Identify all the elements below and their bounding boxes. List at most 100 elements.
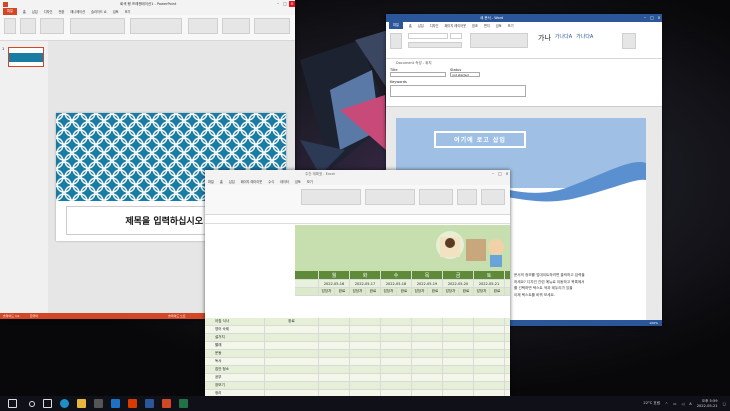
table-row[interactable]: 집안 청소 (205, 366, 510, 374)
style-gallery[interactable]: 가나 가나다A 가나다A (538, 33, 593, 43)
table-row[interactable]: 빨래 (205, 342, 510, 350)
font-controls[interactable] (301, 189, 361, 205)
task-cell[interactable] (350, 350, 381, 357)
task-cell[interactable] (412, 342, 443, 349)
task-cell[interactable] (412, 350, 443, 357)
task-cell[interactable] (474, 318, 505, 325)
task-rows[interactable]: 아침 식사완료영어 숙제설거지빨래운동독서집안 청소공부장보기정리취미청소 (205, 318, 510, 405)
table-row[interactable]: 장보기 (205, 382, 510, 390)
task-cell[interactable] (474, 358, 505, 365)
table-row[interactable]: 아침 식사 완료 (205, 318, 510, 326)
word-tab-6[interactable]: 검토 (496, 23, 502, 28)
task-cell[interactable] (381, 358, 412, 365)
weather-status[interactable]: 22°C 흐림 (643, 401, 660, 406)
ppt-tab-4[interactable]: 애니메이션 (70, 9, 85, 14)
date-cell[interactable]: 2022-05-17 (350, 280, 381, 287)
task-cell[interactable] (443, 358, 474, 365)
notification-icon[interactable]: ▢ (723, 402, 726, 406)
date-cell[interactable]: 2022-05-16 (319, 280, 350, 287)
row-label[interactable]: 집안 청소 (205, 366, 265, 373)
task-cell[interactable] (381, 318, 412, 325)
store-icon[interactable] (94, 399, 103, 408)
style-sample-2[interactable]: 가나다A (555, 33, 572, 43)
row-label[interactable]: 공부 (205, 374, 265, 381)
cells-buttons[interactable] (457, 189, 477, 205)
task-cell[interactable] (412, 366, 443, 373)
task-cell[interactable] (412, 326, 443, 333)
task-cell[interactable] (381, 350, 412, 357)
task-cell[interactable] (265, 342, 319, 349)
row-label[interactable]: 아침 식사 (205, 318, 265, 325)
task-cell[interactable] (381, 366, 412, 373)
slide-thumbnail[interactable] (8, 47, 44, 67)
editing-buttons[interactable] (254, 18, 290, 34)
task-cell[interactable] (319, 358, 350, 365)
task-cell[interactable] (350, 358, 381, 365)
word-zoom[interactable]: 100% (649, 321, 658, 325)
task-cell[interactable] (443, 326, 474, 333)
word-taskbar-icon[interactable] (145, 399, 154, 408)
maximize-icon[interactable]: □ (649, 15, 655, 21)
start-icon[interactable] (8, 399, 17, 408)
title-field[interactable] (390, 72, 446, 77)
task-cell[interactable] (474, 374, 505, 381)
task-cell[interactable] (350, 374, 381, 381)
task-cell[interactable] (265, 334, 319, 341)
task-cell[interactable] (265, 374, 319, 381)
editing-buttons[interactable] (481, 189, 505, 205)
word-file-tab[interactable]: 파일 (389, 22, 403, 29)
task-cell[interactable] (381, 326, 412, 333)
task-cell[interactable] (443, 366, 474, 373)
minimize-icon[interactable]: – (275, 1, 281, 7)
task-cell[interactable] (412, 334, 443, 341)
task-cell[interactable] (350, 318, 381, 325)
language-indicator[interactable]: A (689, 402, 691, 406)
excel-tab-5[interactable]: 데이터 (280, 179, 289, 184)
row-label[interactable]: 운동 (205, 350, 265, 357)
paste-button[interactable] (390, 33, 402, 49)
word-titlebar[interactable]: 새 문서 - Word – □ × (386, 14, 662, 22)
task-cell[interactable] (474, 334, 505, 341)
task-cell[interactable] (443, 382, 474, 389)
word-tab-3[interactable]: 페이지 레이아웃 (445, 23, 467, 28)
close-icon[interactable]: × (656, 15, 662, 21)
close-icon[interactable]: × (504, 171, 510, 177)
font-format-buttons[interactable] (408, 42, 462, 48)
date-cell[interactable]: 2022-05-21 (474, 280, 505, 287)
slide-layout-buttons[interactable] (40, 18, 64, 34)
task-cell[interactable] (381, 374, 412, 381)
mail-icon[interactable] (111, 399, 120, 408)
clock[interactable]: 오후 5:59 2022-05-21 (697, 399, 718, 409)
ppt-tab-7[interactable]: 보기 (125, 9, 131, 14)
ppt-file-tab[interactable]: 파일 (3, 8, 17, 15)
word-tab-0[interactable]: 홈 (409, 23, 412, 28)
keywords-field[interactable] (390, 85, 526, 97)
table-row[interactable]: 설거지 (205, 334, 510, 342)
excel-taskbar-icon[interactable] (179, 399, 188, 408)
word-tab-7[interactable]: 보기 (508, 23, 514, 28)
excel-tab-6[interactable]: 검토 (295, 179, 301, 184)
task-cell[interactable] (443, 374, 474, 381)
ppt-tab-2[interactable]: 디자인 (44, 9, 53, 14)
schedule-grid[interactable]: 월 화 수 목 금 토 2022-05-16 2022-05-17 2022-0… (295, 271, 510, 296)
office-icon[interactable] (128, 399, 137, 408)
file-explorer-icon[interactable] (77, 399, 86, 408)
edge-icon[interactable] (60, 399, 69, 408)
task-cell[interactable] (412, 374, 443, 381)
word-tab-5[interactable]: 편지 (484, 23, 490, 28)
excel-tab-3[interactable]: 페이지 레이아웃 (241, 179, 263, 184)
find-button[interactable] (622, 33, 636, 49)
search-icon[interactable] (29, 400, 35, 407)
minimize-icon[interactable]: – (642, 15, 648, 21)
ppt-titlebar[interactable]: 회색 행 프레젠테이션1 - PowerPoint – □ × (0, 0, 295, 8)
task-cell[interactable] (350, 334, 381, 341)
task-cell[interactable] (319, 374, 350, 381)
task-cell[interactable] (319, 334, 350, 341)
task-cell[interactable] (412, 358, 443, 365)
row-label[interactable]: 빨래 (205, 342, 265, 349)
ppt-tab-5[interactable]: 슬라이드 쇼 (91, 9, 107, 14)
minimize-icon[interactable]: – (490, 171, 496, 177)
task-cell[interactable] (265, 350, 319, 357)
task-cell[interactable] (474, 350, 505, 357)
task-cell[interactable] (443, 334, 474, 341)
